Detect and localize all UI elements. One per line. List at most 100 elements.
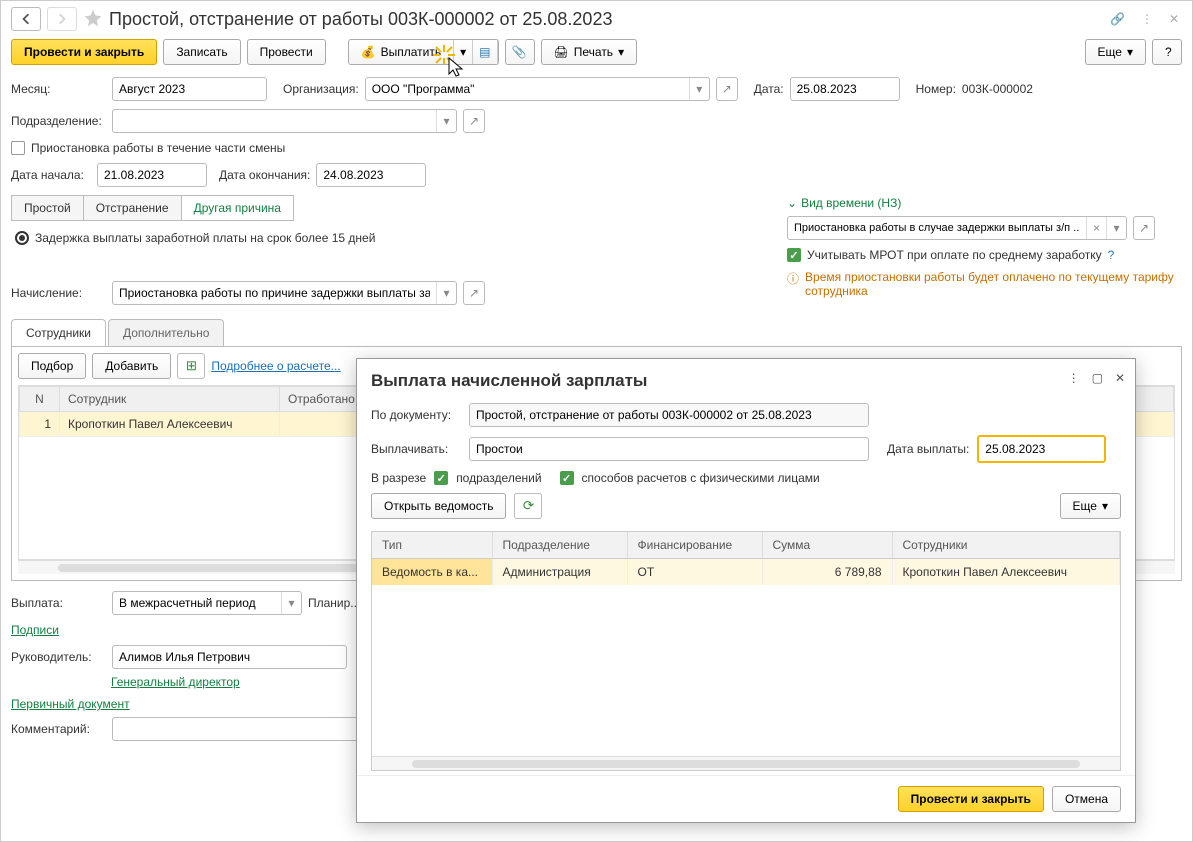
payout-field[interactable]: ▾ [112, 591, 302, 615]
primary-doc-link[interactable]: Первичный документ [11, 697, 130, 711]
print-button[interactable]: 🖨Печать ▾ [541, 39, 638, 65]
mrot-help-icon[interactable]: ? [1108, 248, 1115, 262]
signatures-link[interactable]: Подписи [11, 623, 59, 637]
partial-shift-checkbox[interactable] [11, 141, 25, 155]
chevron-down-icon[interactable]: ▾ [1106, 217, 1126, 239]
forward-button[interactable] [47, 7, 77, 31]
chevron-down-icon[interactable]: ▾ [436, 110, 456, 132]
accrual-field[interactable]: ▾ [112, 281, 457, 305]
modal-pay-field[interactable] [469, 437, 869, 461]
payout-label: Выплата: [11, 596, 106, 610]
date-field[interactable]: 📅 [790, 77, 900, 101]
head-label: Руководитель: [11, 650, 106, 664]
slice-label: В разрезе [371, 471, 426, 485]
col-emp: Сотрудник [60, 387, 280, 412]
more-icon[interactable]: ⋮ [1138, 9, 1156, 29]
page-title: Простой, отстранение от работы 003К-0000… [109, 9, 612, 30]
org-open-button[interactable]: ↗ [716, 77, 738, 101]
partial-shift-label: Приостановка работы в течение части смен… [31, 141, 285, 155]
modal-more-icon[interactable]: ⋮ [1068, 371, 1080, 385]
chevron-down-icon[interactable]: ▾ [436, 282, 456, 304]
modal-pay-label: Выплачивать: [371, 442, 461, 456]
org-field[interactable]: ▾ [365, 77, 710, 101]
modal-close-icon[interactable]: ✕ [1115, 371, 1125, 385]
modal-cancel-button[interactable]: Отмена [1052, 786, 1121, 812]
help-button[interactable]: ? [1152, 39, 1182, 65]
post-close-button[interactable]: Провести и закрыть [11, 39, 157, 65]
dept-field[interactable]: ▾ [112, 109, 457, 133]
time-type-link[interactable]: ⌄ Вид времени (НЗ) [787, 196, 1182, 210]
accrual-label: Начисление: [11, 286, 106, 300]
reason-radio[interactable] [15, 231, 29, 245]
modal-date-label: Дата выплаты: [887, 442, 969, 456]
chevron-down-icon: ⌄ [787, 196, 797, 210]
star-icon[interactable] [83, 8, 103, 31]
refresh-button[interactable]: ⟳ [514, 493, 542, 519]
chevron-down-icon[interactable]: ▾ [281, 592, 301, 614]
mrot-checkbox[interactable] [787, 248, 801, 262]
end-field[interactable]: 📅 [316, 163, 426, 187]
head-position-link[interactable]: Генеральный директор [111, 675, 240, 689]
mrot-label: Учитывать МРОТ при оплате по среднему за… [807, 248, 1102, 262]
mcol-emp: Сотрудники [892, 532, 1120, 559]
chevron-down-icon[interactable]: ▾ [689, 78, 709, 100]
calc-details-link[interactable]: Подробнее о расчете... [211, 359, 340, 373]
pay-list-button[interactable]: ▤ [473, 40, 497, 64]
modal-table-row[interactable]: Ведомость в ка... Администрация ОТ 6 789… [372, 559, 1120, 586]
save-button[interactable]: Записать [163, 39, 240, 65]
pay-dropdown[interactable]: ▾ [454, 40, 473, 64]
comment-label: Комментарий: [11, 722, 106, 736]
accrual-open-button[interactable]: ↗ [463, 281, 485, 305]
open-sheet-button[interactable]: Открыть ведомость [371, 493, 506, 519]
close-window-icon[interactable]: ✕ [1166, 9, 1182, 29]
money-icon: 💰 [361, 45, 376, 59]
columns-button[interactable]: ⊞ [177, 353, 205, 379]
tab-other-reason[interactable]: Другая причина [181, 195, 294, 221]
mcol-fin: Финансирование [627, 532, 762, 559]
start-label: Дата начала: [11, 168, 91, 182]
head-field[interactable] [112, 645, 347, 669]
pay-button[interactable]: 💰Выплатить [349, 40, 454, 64]
modal-ok-button[interactable]: Провести и закрыть [898, 786, 1044, 812]
plan-label: Планир... [308, 596, 360, 610]
method-chk-label: способов расчетов с физическими лицами [582, 471, 820, 485]
time-type-field[interactable]: × ▾ [787, 216, 1127, 240]
modal-hscrollbar[interactable] [372, 756, 1120, 770]
info-icon: ⓘ [787, 270, 799, 287]
clear-icon[interactable]: × [1086, 217, 1106, 239]
col-n: N [20, 387, 60, 412]
method-checkbox[interactable] [560, 471, 574, 485]
more-button[interactable]: Еще ▾ [1085, 39, 1146, 65]
dept-checkbox[interactable] [434, 471, 448, 485]
subtab-extra[interactable]: Дополнительно [108, 319, 224, 346]
month-label: Месяц: [11, 82, 106, 96]
info-text: Время приостановки работы будет оплачено… [805, 270, 1182, 298]
link-icon[interactable]: 🔗 [1107, 9, 1128, 29]
subtab-employees[interactable]: Сотрудники [11, 319, 106, 346]
modal-more-button[interactable]: Еще ▾ [1060, 493, 1121, 519]
mcol-sum: Сумма [762, 532, 892, 559]
modal-doc-field[interactable] [469, 403, 869, 427]
number-label: Номер: [916, 82, 956, 96]
tab-simple[interactable]: Простой [11, 195, 84, 221]
back-button[interactable] [11, 7, 41, 31]
attach-button[interactable]: 📎 [505, 39, 535, 65]
reason-label: Задержка выплаты заработной платы на сро… [35, 231, 375, 245]
post-button[interactable]: Провести [247, 39, 326, 65]
select-button[interactable]: Подбор [18, 353, 86, 379]
modal-date-field[interactable]: 📅 [979, 437, 1104, 461]
tab-suspension[interactable]: Отстранение [83, 195, 182, 221]
modal-doc-label: По документу: [371, 408, 461, 422]
modal-maximize-icon[interactable]: ▢ [1092, 371, 1103, 385]
time-open-button[interactable]: ↗ [1133, 216, 1155, 240]
number-value: 003К-000002 [962, 82, 1033, 96]
mcol-dept: Подразделение [492, 532, 627, 559]
dept-open-button[interactable]: ↗ [463, 109, 485, 133]
modal-title: Выплата начисленной зарплаты [371, 371, 647, 390]
end-label: Дата окончания: [219, 168, 310, 182]
dept-chk-label: подразделений [456, 471, 541, 485]
month-field[interactable]: 📅 ⇅ [112, 77, 267, 101]
start-field[interactable]: 📅 [97, 163, 207, 187]
add-button[interactable]: Добавить [92, 353, 171, 379]
payout-modal: Выплата начисленной зарплаты ⋮ ▢ ✕ По до… [356, 358, 1136, 823]
